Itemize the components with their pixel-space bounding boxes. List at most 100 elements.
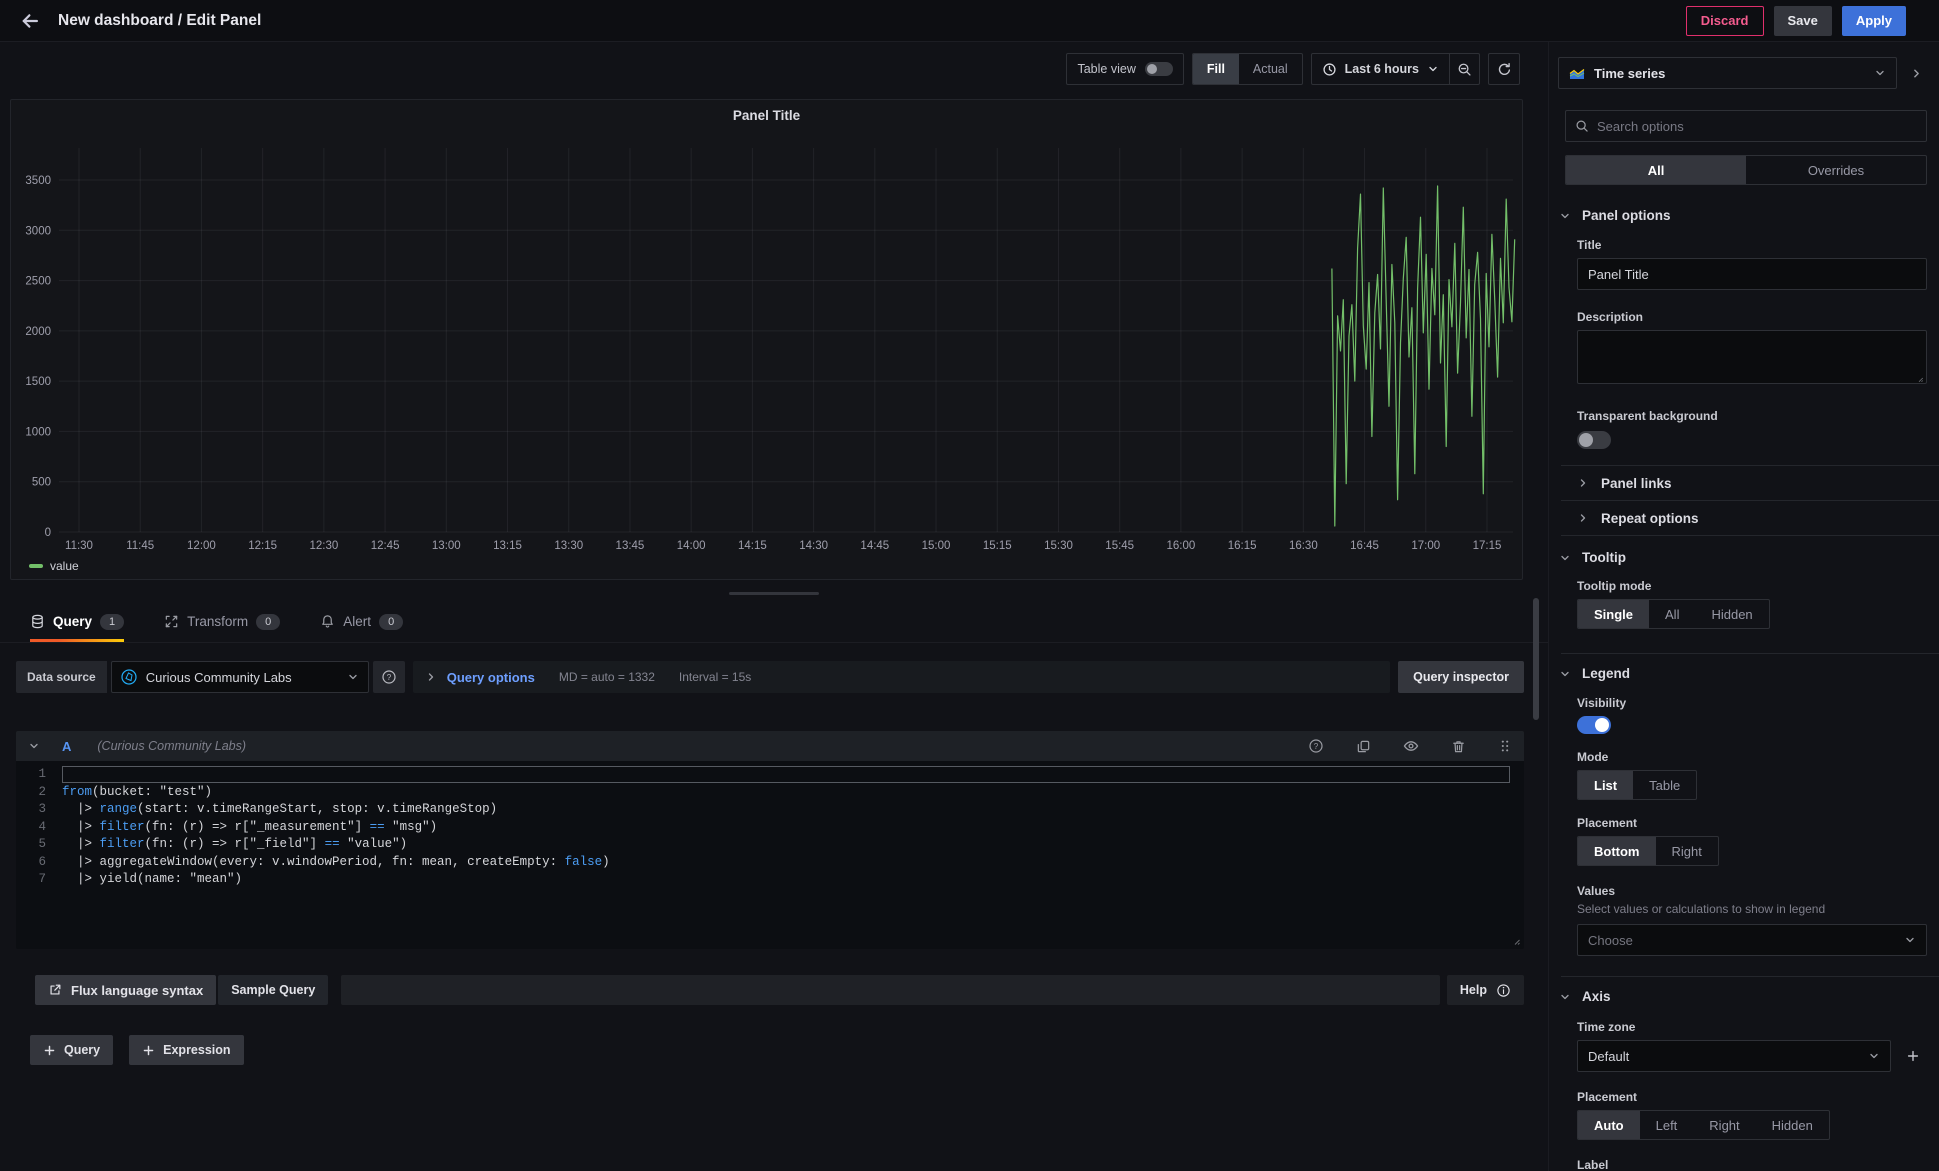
apply-button[interactable]: Apply <box>1842 6 1906 36</box>
panel-links-section-header[interactable]: Panel links <box>1549 466 1939 500</box>
flux-syntax-button[interactable]: Flux language syntax <box>35 975 216 1005</box>
duplicate-query-button[interactable] <box>1356 739 1371 754</box>
datasource-picker[interactable]: Curious Community Labs <box>111 661 369 693</box>
tab-transform[interactable]: Transform 0 <box>164 609 280 642</box>
time-series-chart[interactable]: 050010001500200025003000350011:3011:4512… <box>11 100 1522 558</box>
options-search[interactable] <box>1565 110 1927 142</box>
code-line[interactable]: 2from(bucket: "test") <box>16 784 1524 802</box>
svg-text:11:30: 11:30 <box>65 540 93 552</box>
chart-legend[interactable]: value <box>29 559 79 573</box>
tooltip-mode-single[interactable]: Single <box>1578 600 1649 628</box>
query-editor-header: A (Curious Community Labs) ? <box>16 731 1524 761</box>
panel-title-input[interactable] <box>1577 258 1927 290</box>
svg-text:15:15: 15:15 <box>983 540 1012 552</box>
axis-placement-auto[interactable]: Auto <box>1578 1111 1640 1139</box>
actual-option[interactable]: Actual <box>1239 54 1302 84</box>
axis-section-header[interactable]: Axis <box>1559 989 1939 1004</box>
clock-icon <box>1322 62 1337 77</box>
divider <box>1561 653 1939 654</box>
tab-transform-label: Transform <box>187 614 248 629</box>
axis-placement-segment: Auto Left Right Hidden <box>1577 1110 1830 1140</box>
repeat-options-section-header[interactable]: Repeat options <box>1549 501 1939 535</box>
chevron-down-icon[interactable] <box>28 740 40 752</box>
tab-query[interactable]: Query 1 <box>30 609 124 642</box>
plus-icon <box>43 1044 56 1057</box>
chevron-down-icon <box>1559 991 1571 1003</box>
discard-button[interactable]: Discard <box>1686 6 1764 36</box>
query-editor-card: A (Curious Community Labs) ? 12from(buck… <box>16 731 1524 949</box>
code-line[interactable]: 6 |> aggregateWindow(every: v.windowPeri… <box>16 854 1524 872</box>
zoom-out-button[interactable] <box>1449 54 1479 84</box>
options-sidebar: Time series All Overrides Panel options … <box>1548 42 1939 1171</box>
sample-query-button[interactable]: Sample Query <box>218 975 328 1005</box>
help-button[interactable]: Help <box>1447 975 1524 1005</box>
timezone-select[interactable]: Default <box>1577 1040 1891 1072</box>
description-textarea[interactable] <box>1577 330 1927 384</box>
options-search-input[interactable] <box>1597 119 1917 134</box>
add-timezone-button[interactable] <box>1899 1042 1927 1070</box>
code-line[interactable]: 4 |> filter(fn: (r) => r["_measurement"]… <box>16 819 1524 837</box>
drag-query-handle[interactable] <box>1498 739 1512 753</box>
add-expression-button[interactable]: Expression <box>129 1035 243 1065</box>
add-expression-label: Expression <box>163 1043 230 1057</box>
tab-all-options[interactable]: All <box>1566 156 1746 184</box>
axis-placement-left[interactable]: Left <box>1640 1111 1694 1139</box>
legend-mode-list[interactable]: List <box>1578 771 1633 799</box>
trash-icon <box>1451 739 1466 754</box>
transparent-bg-toggle[interactable] <box>1577 431 1611 449</box>
legend-values-select[interactable]: Choose <box>1577 924 1927 956</box>
legend-values-help: Select values or calculations to show in… <box>1577 902 1927 916</box>
code-line[interactable]: 7 |> yield(name: "mean") <box>16 871 1524 889</box>
tab-query-count: 1 <box>100 614 124 630</box>
tab-alert[interactable]: Alert 0 <box>320 609 403 642</box>
svg-text:0: 0 <box>45 527 51 539</box>
fill-actual-segment: Fill Actual <box>1192 53 1303 85</box>
textarea-resize-handle[interactable] <box>1914 373 1924 383</box>
query-options-link[interactable]: Query options <box>447 670 535 685</box>
svg-text:2000: 2000 <box>25 326 51 338</box>
axis-placement-hidden[interactable]: Hidden <box>1756 1111 1829 1139</box>
svg-text:15:30: 15:30 <box>1044 540 1073 552</box>
tooltip-section-header[interactable]: Tooltip <box>1559 550 1939 565</box>
table-view-toggle[interactable] <box>1145 62 1173 76</box>
flux-code-editor[interactable]: 12from(bucket: "test")3 |> range(start: … <box>16 761 1524 949</box>
tab-overrides[interactable]: Overrides <box>1746 156 1926 184</box>
query-ref-id[interactable]: A <box>62 739 71 754</box>
add-query-button[interactable]: Query <box>30 1035 113 1065</box>
save-button[interactable]: Save <box>1774 6 1832 36</box>
tab-alert-count: 0 <box>379 614 403 630</box>
legend-visibility-toggle[interactable] <box>1577 716 1611 734</box>
datasource-help-button[interactable]: ? <box>373 661 405 693</box>
legend-placement-bottom[interactable]: Bottom <box>1578 837 1656 865</box>
tooltip-mode-all[interactable]: All <box>1649 600 1695 628</box>
fill-option[interactable]: Fill <box>1193 54 1239 84</box>
svg-text:14:00: 14:00 <box>677 540 706 552</box>
refresh-button[interactable] <box>1488 53 1520 85</box>
code-line[interactable]: 5 |> filter(fn: (r) => r["_field"] == "v… <box>16 836 1524 854</box>
legend-section-header[interactable]: Legend <box>1559 666 1939 681</box>
pane-resize-handle[interactable] <box>729 592 819 595</box>
query-options-bar[interactable]: Query options MD = auto = 1332 Interval … <box>413 661 1390 693</box>
code-line[interactable]: 3 |> range(start: v.timeRangeStart, stop… <box>16 801 1524 819</box>
chevron-down-icon <box>1559 210 1571 222</box>
hide-query-button[interactable] <box>1403 738 1419 754</box>
panel-options-section-header[interactable]: Panel options <box>1559 208 1939 223</box>
scrollbar-thumb[interactable] <box>1533 598 1539 720</box>
collapse-options-button[interactable] <box>1903 57 1929 89</box>
query-help-button[interactable]: ? <box>1308 738 1324 754</box>
delete-query-button[interactable] <box>1451 739 1466 754</box>
back-button[interactable] <box>16 7 44 35</box>
code-line[interactable]: 1 <box>16 766 1524 784</box>
svg-text:12:30: 12:30 <box>309 540 338 552</box>
legend-mode-table[interactable]: Table <box>1633 771 1696 799</box>
resize-corner-icon <box>1914 373 1924 383</box>
axis-placement-right[interactable]: Right <box>1693 1111 1755 1139</box>
grip-dots-icon <box>1498 739 1512 753</box>
visualization-picker[interactable]: Time series <box>1558 57 1897 89</box>
tooltip-mode-hidden[interactable]: Hidden <box>1695 600 1768 628</box>
editor-resize-handle[interactable] <box>1509 934 1521 946</box>
time-range-picker[interactable]: Last 6 hours <box>1312 54 1449 84</box>
query-inspector-button[interactable]: Query inspector <box>1398 661 1524 693</box>
legend-placement-right[interactable]: Right <box>1656 837 1718 865</box>
main-area: Table view Fill Actual Last 6 hours <box>0 42 1548 1171</box>
